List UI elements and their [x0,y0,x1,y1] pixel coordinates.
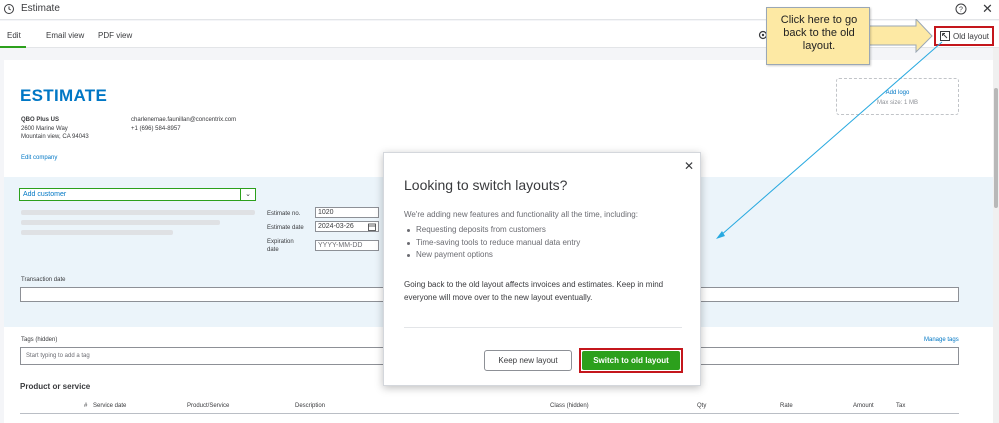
dialog-warning: Going back to the old layout affects inv… [404,280,664,302]
annotation-callout: Click here to go back to the old layout. [766,7,870,65]
list-item: New payment options [404,249,580,262]
list-item: Requesting deposits from customers [404,224,580,237]
close-icon[interactable]: ✕ [684,159,694,173]
dialog-intro: We're adding new features and functional… [404,210,638,219]
switch-to-old-layout-button[interactable]: Switch to old layout [582,351,680,370]
callout-arrow [868,19,933,53]
divider [404,327,682,328]
callout-text: Click here to go back to the old layout. [780,14,858,52]
switch-layout-dialog: ✕ Looking to switch layouts? We're addin… [383,152,701,386]
keep-new-layout-button[interactable]: Keep new layout [484,350,572,371]
list-item: Time-saving tools to reduce manual data … [404,237,580,250]
feature-list: Requesting deposits from customers Time-… [404,224,580,262]
dialog-title: Looking to switch layouts? [404,177,568,193]
